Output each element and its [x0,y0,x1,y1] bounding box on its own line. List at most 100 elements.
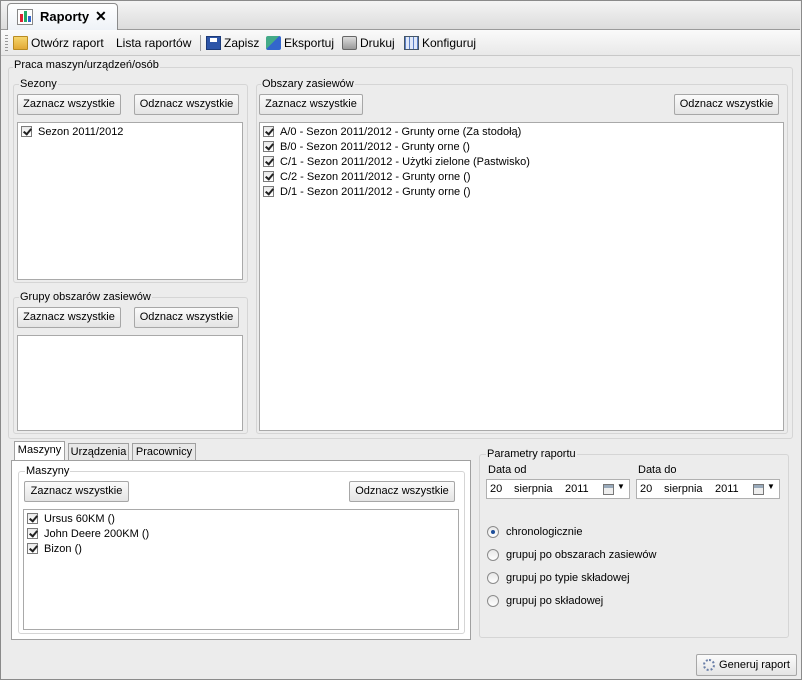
dropdown-arrow-icon[interactable]: ▼ [617,482,625,491]
list-item[interactable]: B/0 - Sezon 2011/2012 - Grunty orne () [263,139,470,154]
checkbox[interactable] [21,126,32,137]
dropdown-arrow-icon[interactable]: ▼ [767,482,775,491]
list-item-label: C/1 - Sezon 2011/2012 - Użytki zielone (… [280,155,530,168]
list-item[interactable]: Sezon 2011/2012 [21,124,123,139]
checkbox[interactable] [263,126,274,137]
tab-urzadzenia[interactable]: Urządzenia [68,443,129,461]
radio-label: grupuj po obszarach zasiewów [506,549,657,561]
date-to-day[interactable]: 20 [640,483,652,495]
date-from-year[interactable]: 2011 [565,483,589,495]
open-report-label: Otwórz raport [31,36,104,50]
date-from-label: Data od [487,464,528,476]
tab-title: Raporty [40,9,90,24]
machines-list: Ursus 60KM () John Deere 200KM () Bizon … [23,509,459,630]
date-from-day[interactable]: 20 [490,483,502,495]
tab-pracownicy[interactable]: Pracownicy [132,443,196,461]
checkbox[interactable] [27,528,38,539]
seasons-deselect-all-button[interactable]: Odznacz wszystkie [134,94,239,115]
floppy-icon [206,36,221,50]
areas-title: Obszary zasiewów [261,78,355,90]
tab-maszyny[interactable]: Maszyny [14,441,65,460]
printer-icon [342,36,357,50]
gear-icon [703,659,716,671]
list-item-label: D/1 - Sezon 2011/2012 - Grunty orne () [280,185,471,198]
folder-open-icon [13,36,28,50]
list-item-label: Bizon () [44,542,82,555]
list-item-label: John Deere 200KM () [44,527,150,540]
radio-label: grupuj po składowej [506,595,604,607]
report-icon [17,9,33,25]
open-report-button[interactable]: Otwórz raport [13,35,104,51]
seasons-list: Sezon 2011/2012 [17,122,243,280]
list-item-label: C/2 - Sezon 2011/2012 - Grunty orne () [280,170,471,183]
export-label: Eksportuj [284,36,335,50]
calendar-icon[interactable] [753,484,764,495]
params-title: Parametry raportu [486,448,577,460]
list-item[interactable]: John Deere 200KM () [27,526,149,541]
list-item-label: Sezon 2011/2012 [38,125,124,138]
list-item-label: B/0 - Sezon 2011/2012 - Grunty orne () [280,140,470,153]
checkbox[interactable] [27,513,38,524]
radio-group-by-areas[interactable]: grupuj po obszarach zasiewów [487,549,656,561]
date-from-picker[interactable]: 20 sierpnia 2011 ▼ [486,479,630,499]
configure-button[interactable]: Konfiguruj [404,35,476,51]
report-list-button[interactable]: Lista raportów [116,35,191,51]
radio-button[interactable] [487,549,499,561]
toolbar-separator [200,35,201,51]
area-groups-select-all-button[interactable]: Zaznacz wszystkie [17,307,121,328]
checkbox[interactable] [263,141,274,152]
areas-select-all-button[interactable]: Zaznacz wszystkie [259,94,363,115]
checkbox[interactable] [27,543,38,554]
main-group-title: Praca maszyn/urządzeń/osób [13,59,160,71]
radio-button[interactable] [487,572,499,584]
area-groups-deselect-all-button[interactable]: Odznacz wszystkie [134,307,239,328]
date-from-month[interactable]: sierpnia [514,483,553,495]
radio-button[interactable] [487,595,499,607]
list-item[interactable]: C/1 - Sezon 2011/2012 - Użytki zielone (… [263,154,530,169]
list-item-label: A/0 - Sezon 2011/2012 - Grunty orne (Za … [280,125,522,138]
print-label: Drukuj [360,36,395,50]
date-to-year[interactable]: 2011 [715,483,739,495]
export-icon [266,36,281,50]
areas-deselect-all-button[interactable]: Odznacz wszystkie [674,94,779,115]
radio-chronological[interactable]: chronologicznie [487,526,582,538]
report-list-label: Lista raportów [116,36,192,50]
machines-title: Maszyny [25,465,71,477]
area-groups-list [17,335,243,431]
radio-label: chronologicznie [506,526,583,538]
generate-report-label: Generuj raport [719,658,790,671]
save-label: Zapisz [224,36,260,50]
radio-button[interactable] [487,526,499,538]
toolbar: Otwórz raport Lista raportów Zapisz Eksp… [1,30,800,56]
area-groups-title: Grupy obszarów zasiewów [19,291,152,303]
list-item-label: Ursus 60KM () [44,512,115,525]
seasons-title: Sezony [19,78,58,90]
list-item[interactable]: C/2 - Sezon 2011/2012 - Grunty orne () [263,169,471,184]
list-item[interactable]: D/1 - Sezon 2011/2012 - Grunty orne () [263,184,471,199]
date-to-picker[interactable]: 20 sierpnia 2011 ▼ [636,479,780,499]
checkbox[interactable] [263,186,274,197]
radio-group-by-component[interactable]: grupuj po składowej [487,595,603,607]
table-config-icon [404,36,419,50]
close-icon[interactable]: ✕ [95,8,107,25]
save-button[interactable]: Zapisz [206,35,259,51]
machines-select-all-button[interactable]: Zaznacz wszystkie [24,481,129,502]
calendar-icon[interactable] [603,484,614,495]
checkbox[interactable] [263,156,274,167]
generate-report-button[interactable]: Generuj raport [696,654,797,676]
configure-label: Konfiguruj [422,36,477,50]
list-item[interactable]: Bizon () [27,541,82,556]
tab-bar [1,1,800,30]
list-item[interactable]: Ursus 60KM () [27,511,115,526]
checkbox[interactable] [263,171,274,182]
print-button[interactable]: Drukuj [342,35,395,51]
export-button[interactable]: Eksportuj [266,35,334,51]
date-to-month[interactable]: sierpnia [664,483,703,495]
areas-list: A/0 - Sezon 2011/2012 - Grunty orne (Za … [259,122,784,431]
machines-deselect-all-button[interactable]: Odznacz wszystkie [349,481,455,502]
seasons-select-all-button[interactable]: Zaznacz wszystkie [17,94,121,115]
radio-group-by-component-type[interactable]: grupuj po typie składowej [487,572,630,584]
tab-raporty[interactable]: Raporty ✕ [7,3,118,30]
list-item[interactable]: A/0 - Sezon 2011/2012 - Grunty orne (Za … [263,124,521,139]
radio-label: grupuj po typie składowej [506,572,630,584]
